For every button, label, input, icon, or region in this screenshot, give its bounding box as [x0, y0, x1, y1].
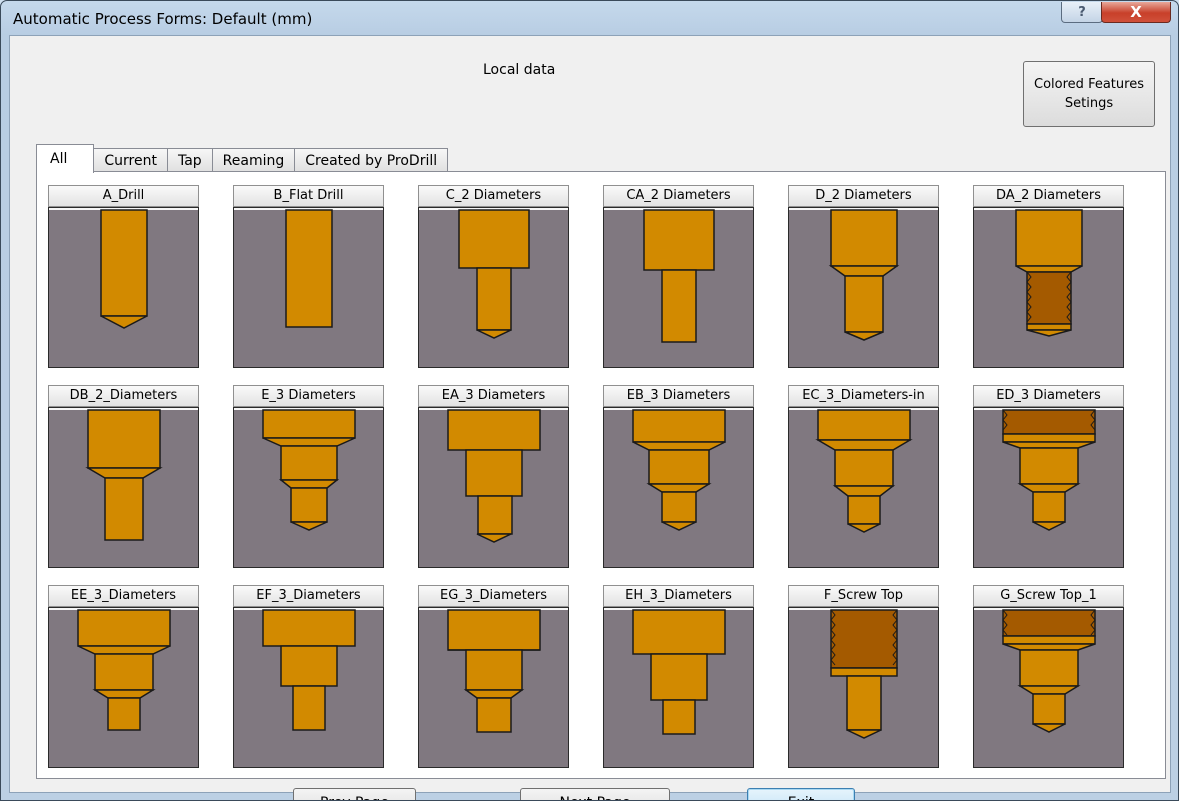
tab-created-by-prodrill[interactable]: Created by ProDrill — [294, 148, 449, 172]
two-diameter-thread-form-icon — [973, 207, 1124, 368]
tab-all[interactable]: All — [36, 144, 95, 173]
three-diameter-form-icon — [418, 607, 569, 768]
three-diameter-form-icon — [603, 607, 754, 768]
two-diameter-form-icon — [418, 207, 569, 368]
screw-top-three-diameter-form-icon — [973, 607, 1124, 768]
form-tile[interactable]: F_Screw Top — [788, 585, 939, 768]
flat-drill-form-icon — [233, 207, 384, 368]
help-button[interactable]: ? — [1061, 2, 1103, 23]
form-tile-label: DB_2_Diameters — [48, 385, 199, 407]
form-tabs: All Current Tap Reaming Created by ProDr… — [36, 144, 449, 173]
form-tile-label: CA_2 Diameters — [603, 185, 754, 207]
local-data-label: Local data — [483, 62, 556, 78]
drill-form-icon — [48, 207, 199, 368]
form-tile-label: EH_3_Diameters — [603, 585, 754, 607]
title-bar[interactable]: Automatic Process Forms: Default (mm) ? … — [1, 1, 1178, 35]
form-tile[interactable]: A_Drill — [48, 185, 199, 368]
exit-button[interactable]: Exit — [747, 788, 855, 800]
form-tile[interactable]: EE_3_Diameters — [48, 585, 199, 768]
form-tile[interactable]: EB_3 Diameters — [603, 385, 754, 568]
form-tile[interactable]: B_Flat Drill — [233, 185, 384, 368]
two-diameter-chamfer-form-icon — [788, 207, 939, 368]
form-tile-label: EF_3_Diameters — [233, 585, 384, 607]
form-tile[interactable]: DB_2_Diameters — [48, 385, 199, 568]
three-diameter-thread-form-icon — [973, 407, 1124, 568]
form-tile[interactable]: E_3 Diameters — [233, 385, 384, 568]
form-tile[interactable]: C_2 Diameters — [418, 185, 569, 368]
three-diameter-form-icon — [233, 607, 384, 768]
form-tile-label: EG_3_Diameters — [418, 585, 569, 607]
form-tile[interactable]: CA_2 Diameters — [603, 185, 754, 368]
form-tile-label: D_2 Diameters — [788, 185, 939, 207]
dialog-window: Automatic Process Forms: Default (mm) ? … — [0, 0, 1179, 801]
colored-features-settings-button[interactable]: Colored Features Setings — [1023, 61, 1155, 127]
dialog-client-area: Local data Colored Features Setings All … — [9, 35, 1171, 800]
form-tile[interactable]: EA_3 Diameters — [418, 385, 569, 568]
form-tile[interactable]: EH_3_Diameters — [603, 585, 754, 768]
two-diameter-chamfer-form-icon — [48, 407, 199, 568]
forms-grid-panel: A_Drill B_Flat Drill C_2 Diameters CA_2 Dia… — [36, 171, 1166, 779]
form-tile[interactable]: G_Screw Top_1 — [973, 585, 1124, 768]
three-diameter-chamfer-form-icon — [48, 607, 199, 768]
next-page-button[interactable]: Next Page — [520, 788, 670, 800]
form-tile[interactable]: D_2 Diameters — [788, 185, 939, 368]
form-tile-label: C_2 Diameters — [418, 185, 569, 207]
form-tile[interactable]: ED_3 Diameters — [973, 385, 1124, 568]
two-diameter-form-icon — [603, 207, 754, 368]
tab-tap[interactable]: Tap — [166, 148, 213, 172]
form-tile[interactable]: EG_3_Diameters — [418, 585, 569, 768]
tab-current[interactable]: Current — [93, 148, 168, 172]
form-tile-label: EB_3 Diameters — [603, 385, 754, 407]
tab-reaming[interactable]: Reaming — [211, 148, 296, 172]
form-tile-label: ED_3 Diameters — [973, 385, 1124, 407]
form-tile-label: B_Flat Drill — [233, 185, 384, 207]
three-diameter-chamfer-form-icon — [603, 407, 754, 568]
form-tile-label: DA_2 Diameters — [973, 185, 1124, 207]
form-tile[interactable]: DA_2 Diameters — [973, 185, 1124, 368]
form-tile-label: EA_3 Diameters — [418, 385, 569, 407]
close-button[interactable]: X — [1101, 2, 1171, 23]
form-tile-label: EE_3_Diameters — [48, 585, 199, 607]
form-tile-label: EC_3_Diameters-in — [788, 385, 939, 407]
screw-top-form-icon — [788, 607, 939, 768]
window-title: Automatic Process Forms: Default (mm) — [13, 10, 313, 28]
form-tile[interactable]: EF_3_Diameters — [233, 585, 384, 768]
form-tile-label: A_Drill — [48, 185, 199, 207]
prev-page-button[interactable]: Prev Page — [293, 788, 416, 800]
form-tile-label: F_Screw Top — [788, 585, 939, 607]
three-diameter-chamfer-form-icon — [788, 407, 939, 568]
form-tile-label: E_3 Diameters — [233, 385, 384, 407]
three-diameter-form-icon — [233, 407, 384, 568]
three-diameter-form-icon — [418, 407, 569, 568]
form-tile-label: G_Screw Top_1 — [973, 585, 1124, 607]
form-tile[interactable]: EC_3_Diameters-in — [788, 385, 939, 568]
